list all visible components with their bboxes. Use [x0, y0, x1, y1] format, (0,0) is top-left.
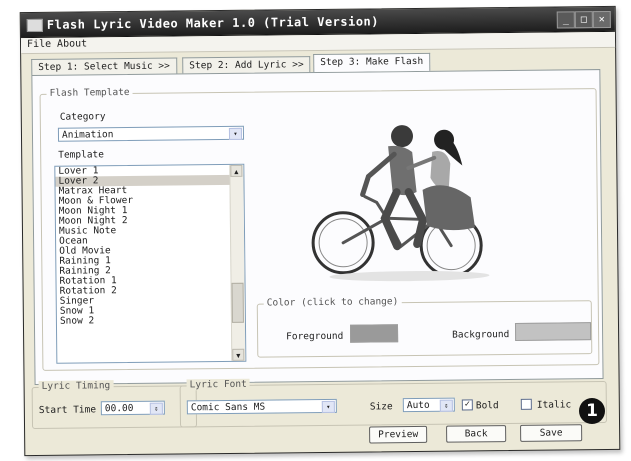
- size-value: Auto: [406, 399, 430, 412]
- back-button[interactable]: Back: [446, 425, 507, 443]
- template-label: Template: [58, 149, 105, 161]
- spinner-icon[interactable]: ⇕: [149, 402, 163, 415]
- scroll-up-icon[interactable]: ▲: [230, 164, 243, 177]
- tab-step-2[interactable]: Step 2: Add Lyric >>: [182, 56, 311, 74]
- flash-template-title: Flash Template: [46, 86, 133, 99]
- template-list-scrollbar[interactable]: ▲ ▼: [229, 164, 246, 361]
- chevron-down-icon[interactable]: ▾: [228, 127, 243, 140]
- app-icon: [26, 18, 43, 33]
- menu-file[interactable]: File: [27, 39, 51, 50]
- screenshot: Flash Lyric Video Maker 1.0 (Trial Versi…: [0, 0, 631, 461]
- preview-button[interactable]: Preview: [369, 425, 428, 444]
- template-list-item[interactable]: Snow 2: [57, 315, 245, 327]
- lyric-timing-title: Lyric Timing: [38, 380, 114, 392]
- step-number-badge: 1: [579, 398, 605, 424]
- minimize-button[interactable]: _: [556, 11, 575, 29]
- chevron-down-icon[interactable]: ▾: [321, 400, 335, 413]
- bold-checkbox[interactable]: ✓: [461, 399, 473, 411]
- tab-step-3[interactable]: Step 3: Make Flash: [313, 52, 431, 73]
- menu-about[interactable]: About: [57, 38, 87, 49]
- italic-label: Italic: [536, 399, 572, 411]
- template-preview-image: [311, 125, 490, 282]
- lyric-font-title: Lyric Font: [186, 378, 250, 391]
- save-button[interactable]: Save: [520, 424, 583, 442]
- background-color-swatch[interactable]: [514, 322, 592, 341]
- foreground-color-swatch[interactable]: [349, 324, 399, 343]
- scroll-down-icon[interactable]: ▼: [232, 348, 245, 361]
- start-time-value: 00.00: [104, 402, 134, 415]
- category-label: Category: [59, 111, 106, 123]
- color-group-title: Color (click to change): [263, 296, 402, 309]
- foreground-label: Foreground: [286, 330, 344, 343]
- maximize-button[interactable]: □: [574, 11, 593, 29]
- category-value: Animation: [61, 129, 114, 141]
- font-value: Comic Sans MS: [190, 401, 266, 414]
- size-input[interactable]: Auto ⇕: [402, 397, 455, 413]
- tab-step-1[interactable]: Step 1: Select Music >>: [31, 57, 177, 76]
- size-label: Size: [369, 401, 393, 413]
- background-label: Background: [452, 329, 510, 341]
- close-button[interactable]: ✕: [592, 10, 611, 29]
- start-time-label: Start Time: [38, 404, 97, 416]
- template-list[interactable]: Lover 1 Lover 2 Matrax Heart Moon & Flower M…: [54, 163, 247, 364]
- bold-label: Bold: [475, 400, 499, 412]
- start-time-input[interactable]: 00.00 ⇕: [100, 400, 165, 416]
- italic-checkbox[interactable]: [520, 398, 532, 410]
- app-window: Flash Lyric Video Maker 1.0 (Trial Versi…: [19, 5, 621, 457]
- checkmark-icon: ✓: [464, 399, 471, 410]
- category-select[interactable]: Animation ▾: [57, 125, 245, 142]
- scroll-thumb[interactable]: [231, 282, 244, 323]
- spinner-icon[interactable]: ⇕: [439, 399, 453, 412]
- window-title: Flash Lyric Video Maker 1.0 (Trial Versi…: [46, 14, 380, 32]
- font-select[interactable]: Comic Sans MS ▾: [186, 398, 337, 415]
